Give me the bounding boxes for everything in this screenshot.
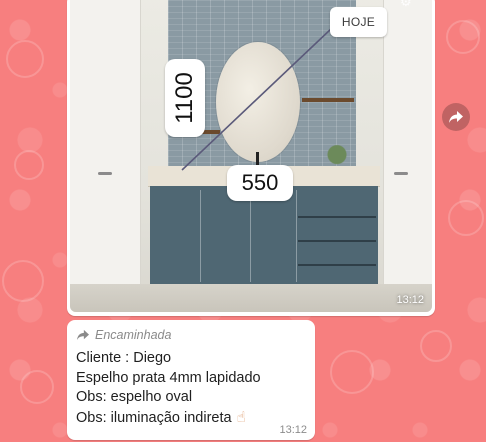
- wallpaper-doodle: [6, 40, 44, 78]
- wallpaper-doodle: [448, 200, 484, 236]
- text-message-time: 13:12: [279, 424, 307, 436]
- pointing-hand-emoji-icon: ☝: [236, 408, 246, 426]
- height-dimension-label: 1100: [165, 59, 205, 137]
- forward-arrow-icon: [77, 329, 89, 341]
- message-line: Cliente : Diego: [76, 350, 172, 366]
- image-message-time: 13:12: [396, 294, 424, 306]
- message-line: Espelho prata 4mm lapidado: [76, 369, 261, 386]
- share-arrow-icon: [449, 111, 463, 123]
- forward-message-button[interactable]: [442, 103, 470, 131]
- hoje-sticker-text: HOJE: [341, 15, 376, 29]
- forwarded-indicator: Encaminhada: [76, 328, 171, 342]
- width-dimension-value: 550: [241, 170, 279, 195]
- wallpaper-doodle: [2, 260, 44, 302]
- bathroom-photo[interactable]: 1100 550 HOJE ⚙ 13:12: [70, 0, 432, 312]
- message-line-text: Obs: iluminação indireta: [76, 409, 232, 426]
- measure-diagonal-line: [181, 27, 333, 171]
- wallpaper-doodle: [446, 20, 480, 54]
- wallpaper-doodle: [330, 350, 374, 394]
- forwarded-label: Encaminhada: [95, 328, 172, 342]
- message-line-last: Obs: iluminação indireta ☝: [76, 408, 261, 429]
- message-line: Obs: espelho oval: [76, 389, 193, 405]
- wallpaper-doodle: [420, 330, 452, 362]
- message-body: Cliente : Diego Espelho prata 4mm lapida…: [76, 349, 261, 428]
- height-dimension-value: 1100: [171, 72, 199, 124]
- text-message[interactable]: Encaminhada Cliente : Diego Espelho prat…: [67, 320, 315, 440]
- wallpaper-doodle: [20, 370, 54, 404]
- image-message[interactable]: 1100 550 HOJE ⚙ 13:12: [67, 0, 435, 316]
- settings-icon: ⚙: [400, 0, 412, 9]
- hoje-sticker: HOJE: [330, 7, 387, 37]
- width-dimension-label: 550: [227, 165, 293, 201]
- wallpaper-doodle: [14, 150, 44, 180]
